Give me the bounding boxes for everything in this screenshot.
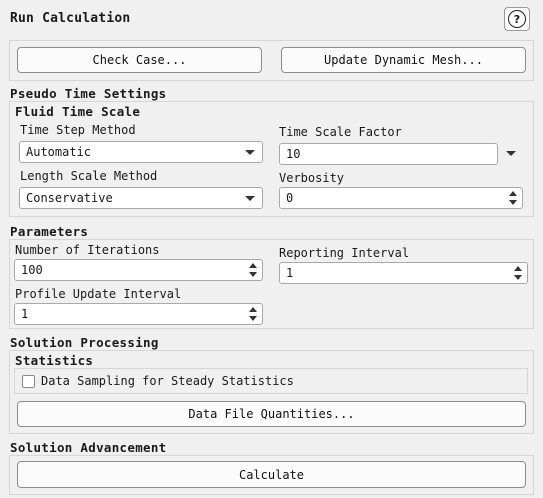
data-sampling-checkbox[interactable] xyxy=(22,374,35,388)
time-step-method-label: Time Step Method xyxy=(20,123,136,137)
reporting-interval-spinner[interactable]: 1 xyxy=(279,262,528,284)
number-of-iterations-label: Number of Iterations xyxy=(15,243,160,257)
time-scale-factor-input[interactable]: 10 xyxy=(279,143,498,165)
reporting-interval-label: Reporting Interval xyxy=(279,246,410,260)
pseudo-time-settings-heading: Pseudo Time Settings xyxy=(10,86,167,101)
profile-update-interval-spinner[interactable]: 1 xyxy=(14,303,263,325)
profile-update-interval-label: Profile Update Interval xyxy=(15,287,182,301)
number-of-iterations-value: 100 xyxy=(21,263,43,277)
solution-processing-heading: Solution Processing xyxy=(10,335,159,350)
data-sampling-checkbox-row[interactable]: Data Sampling for Steady Statistics xyxy=(22,374,294,388)
statistics-heading: Statistics xyxy=(15,353,94,368)
profile-update-interval-value: 1 xyxy=(21,307,29,321)
time-scale-factor-menu-icon[interactable] xyxy=(506,151,516,156)
data-file-quantities-button[interactable]: Data File Quantities... xyxy=(17,401,526,427)
chevron-down-icon xyxy=(245,196,255,201)
solution-advancement-heading: Solution Advancement xyxy=(10,440,167,455)
calculate-button[interactable]: Calculate xyxy=(17,461,526,488)
length-scale-method-label: Length Scale Method xyxy=(20,169,158,183)
verbosity-spinner[interactable]: 0 xyxy=(279,187,523,209)
length-scale-method-value: Conservative xyxy=(26,191,113,205)
panel-title: Run Calculation xyxy=(10,11,131,26)
time-scale-factor-value: 10 xyxy=(286,147,301,161)
spinner-arrows-icon[interactable] xyxy=(247,306,259,322)
update-dynamic-mesh-button[interactable]: Update Dynamic Mesh... xyxy=(281,47,526,73)
fluid-time-scale-heading: Fluid Time Scale xyxy=(15,104,141,119)
check-case-button[interactable]: Check Case... xyxy=(17,47,262,73)
data-sampling-label: Data Sampling for Steady Statistics xyxy=(41,374,294,388)
spinner-arrows-icon[interactable] xyxy=(247,262,259,278)
time-scale-factor-label: Time Scale Factor xyxy=(279,125,402,139)
help-button[interactable]: ? xyxy=(504,7,530,31)
spinner-arrows-icon[interactable] xyxy=(507,190,519,206)
verbosity-value: 0 xyxy=(286,191,294,205)
time-step-method-value: Automatic xyxy=(26,145,92,159)
verbosity-label: Verbosity xyxy=(279,171,345,185)
chevron-down-icon xyxy=(245,150,255,155)
time-step-method-dropdown[interactable]: Automatic xyxy=(19,141,263,163)
spinner-arrows-icon[interactable] xyxy=(512,265,524,281)
question-circle-icon: ? xyxy=(508,10,526,28)
length-scale-method-dropdown[interactable]: Conservative xyxy=(19,187,263,209)
number-of-iterations-spinner[interactable]: 100 xyxy=(14,259,263,281)
reporting-interval-value: 1 xyxy=(286,266,294,280)
parameters-heading: Parameters xyxy=(10,224,89,239)
